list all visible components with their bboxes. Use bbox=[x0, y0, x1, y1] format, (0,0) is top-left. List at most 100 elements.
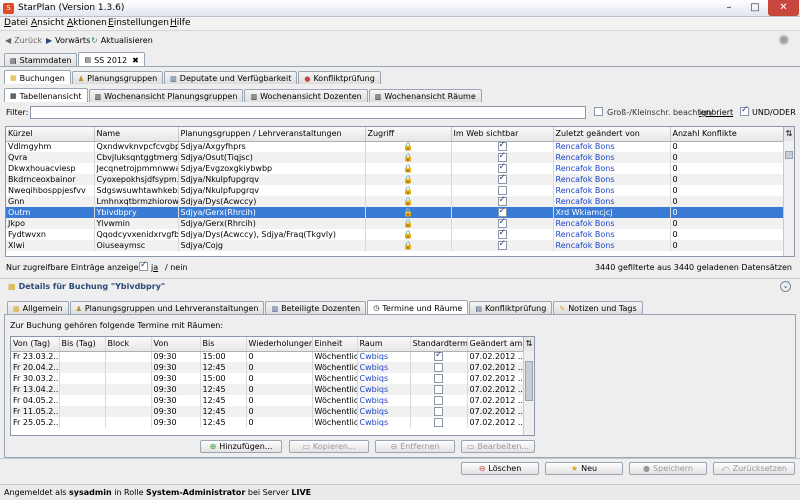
user-link[interactable]: Rencafok Bons bbox=[556, 164, 615, 173]
cell-user[interactable]: Rencafok Bons bbox=[553, 229, 671, 240]
cell-bis[interactable]: 12:45 bbox=[200, 417, 247, 428]
scrollbar-thumb[interactable] bbox=[785, 151, 793, 159]
room-link[interactable]: Cwbiqs bbox=[360, 352, 389, 361]
table-row[interactable]: Fr 25.05.2... 09:3012:450WöchentlichCwbiq… bbox=[11, 417, 525, 428]
cell-kuerzel[interactable]: Outm bbox=[6, 207, 95, 218]
cell-zugriff[interactable]: 🔒 bbox=[365, 229, 452, 240]
web-visible-checkbox[interactable] bbox=[497, 141, 507, 152]
cell-einheit[interactable]: Wöchentlich bbox=[312, 362, 358, 373]
cell-kuerzel[interactable]: Nweqihbosppjesfvv bbox=[6, 185, 95, 196]
user-link[interactable]: Rencafok Bons bbox=[556, 230, 615, 239]
cell-von-tag[interactable]: Fr 25.05.2... bbox=[11, 417, 60, 428]
cell-gruppen[interactable]: Sdjya/Dys(Acwccy) bbox=[178, 196, 366, 207]
cell-zugriff[interactable]: 🔒 bbox=[365, 163, 452, 174]
table-row[interactable]: Fr 20.04.2... 09:3012:450WöchentlichCwbiq… bbox=[11, 362, 525, 373]
menu-aktionen[interactable]: Aktionen bbox=[67, 18, 107, 28]
cell-name[interactable]: Ylvwmin bbox=[94, 218, 179, 229]
column-header-geaendert[interactable]: Zuletzt geändert von bbox=[553, 127, 671, 142]
tab-detail-konfliktpruefung[interactable]: ▤ Konfliktprüfung bbox=[469, 301, 553, 314]
cell-block[interactable] bbox=[105, 406, 152, 417]
standard-termin-checkbox[interactable] bbox=[434, 418, 443, 427]
table-row[interactable]: Bkdrnceoxbainor Cyoxepokhsjdfsypm... Sdjya… bbox=[6, 174, 787, 185]
tab-wochenansicht-raeume[interactable]: ▥ Wochenansicht Räume bbox=[368, 89, 482, 102]
cell-wiederholungen[interactable]: 0 bbox=[246, 384, 313, 395]
minimize-button[interactable]: – bbox=[716, 0, 742, 16]
standard-termin-checkbox[interactable] bbox=[434, 396, 443, 405]
cell-geaendert-am[interactable]: 07.02.2012 ... bbox=[467, 395, 525, 406]
cell-von-tag[interactable]: Fr 04.05.2... bbox=[11, 395, 60, 406]
cell-von-tag[interactable]: Fr 30.03.2... bbox=[11, 373, 60, 384]
cell-zugriff[interactable]: 🔒 bbox=[365, 207, 452, 218]
cell-user[interactable]: Rencafok Bons bbox=[553, 174, 671, 185]
cell-konflikte[interactable]: 0 bbox=[670, 207, 787, 218]
column-header-bis-tag[interactable]: Bis (Tag) bbox=[59, 337, 106, 352]
cell-kuerzel[interactable]: Xlwi bbox=[6, 240, 95, 251]
tab-buchungen[interactable]: ▦ Buchungen bbox=[4, 70, 71, 84]
cell-bis[interactable]: 12:45 bbox=[200, 362, 247, 373]
cell-block[interactable] bbox=[105, 395, 152, 406]
cell-einheit[interactable]: Wöchentlich bbox=[312, 351, 358, 362]
cell-block[interactable] bbox=[105, 351, 152, 362]
back-button[interactable]: ◀ Zurück bbox=[5, 36, 42, 45]
column-header-web[interactable]: Im Web sichtbar bbox=[451, 127, 554, 142]
cell-bis[interactable]: 15:00 bbox=[200, 351, 247, 362]
user-link[interactable]: Rencafok Bons bbox=[556, 142, 615, 151]
cell-raum[interactable]: Cwbiqs bbox=[357, 406, 411, 417]
cell-geaendert-am[interactable]: 07.02.2012 ... bbox=[467, 362, 525, 373]
column-header-block[interactable]: Block bbox=[105, 337, 152, 352]
column-header-kuerzel[interactable]: Kürzel bbox=[6, 127, 95, 142]
cell-einheit[interactable]: Wöchentlich bbox=[312, 384, 358, 395]
and-or-checkbox[interactable] bbox=[740, 105, 749, 116]
cell-bis-tag[interactable] bbox=[59, 406, 106, 417]
cell-konflikte[interactable]: 0 bbox=[670, 240, 787, 251]
cell-standardtermin[interactable] bbox=[410, 417, 468, 428]
cell-user[interactable]: Rencafok Bons bbox=[553, 152, 671, 163]
column-header-gruppen[interactable]: Planungsgruppen / Lehrveranstaltungen bbox=[178, 127, 366, 142]
cell-gruppen[interactable]: Sdjya/Evgzoxgkiybwbp bbox=[178, 163, 366, 174]
web-visible-checkbox[interactable] bbox=[497, 207, 507, 217]
cell-bis-tag[interactable] bbox=[59, 373, 106, 384]
cell-raum[interactable]: Cwbiqs bbox=[357, 373, 411, 384]
standard-termin-checkbox[interactable] bbox=[434, 374, 443, 383]
cell-standardtermin[interactable] bbox=[410, 351, 468, 362]
reset-button[interactable]: ⤺ Zurücksetzen bbox=[713, 462, 795, 475]
column-chooser-icon[interactable]: ⇅ bbox=[783, 127, 794, 141]
menu-ansicht[interactable]: Ansicht bbox=[31, 18, 64, 28]
cell-block[interactable] bbox=[105, 362, 152, 373]
user-link[interactable]: Rencafok Bons bbox=[556, 219, 615, 228]
cell-geaendert-am[interactable]: 07.02.2012 ... bbox=[467, 406, 525, 417]
web-visible-checkbox[interactable] bbox=[497, 196, 507, 206]
only-accessible-ja[interactable]: ja bbox=[151, 263, 158, 272]
cell-kuerzel[interactable]: Gnn bbox=[6, 196, 95, 207]
cell-konflikte[interactable]: 0 bbox=[670, 163, 787, 174]
cell-web[interactable] bbox=[451, 141, 554, 152]
cell-name[interactable]: Cbvjluksqntggtmergp... bbox=[94, 152, 179, 163]
scrollbar-thumb[interactable] bbox=[525, 361, 533, 401]
cell-block[interactable] bbox=[105, 417, 152, 428]
table-row[interactable]: XlwiOiuseaymscSdjya/Cojg 🔒 Rencafok Bons 0 bbox=[6, 240, 787, 251]
save-button[interactable]: ● Speichern bbox=[629, 462, 707, 475]
cell-web[interactable] bbox=[451, 174, 554, 185]
cell-web[interactable] bbox=[451, 218, 554, 229]
cell-name[interactable]: Qxndwvknvpcfcvgbpg... bbox=[94, 141, 179, 152]
cell-einheit[interactable]: Wöchentlich bbox=[312, 406, 358, 417]
cell-zugriff[interactable]: 🔒 bbox=[365, 218, 452, 229]
cell-raum[interactable]: Cwbiqs bbox=[357, 351, 411, 362]
add-termin-button[interactable]: ⊕ Hinzufügen... bbox=[200, 440, 282, 453]
cell-user[interactable]: Rencafok Bons bbox=[553, 196, 671, 207]
cell-gruppen[interactable]: Sdjya/Gerx(Rhrcih) bbox=[178, 218, 366, 229]
room-link[interactable]: Cwbiqs bbox=[360, 396, 389, 405]
cell-name[interactable]: Ybivdbpry bbox=[94, 207, 179, 218]
cell-geaendert-am[interactable]: 07.02.2012 ... bbox=[467, 417, 525, 428]
cell-zugriff[interactable]: 🔒 bbox=[365, 152, 452, 163]
cell-von-tag[interactable]: Fr 20.04.2... bbox=[11, 362, 60, 373]
table-row[interactable]: GnnLmhnxqtbrmzhiorowrSdjya/Dys(Acwccy) 🔒 R… bbox=[6, 196, 787, 207]
table-row[interactable]: NweqihbosppjesfvvSdgswsuwhtawhkebs...Sdj… bbox=[6, 185, 787, 196]
web-visible-checkbox[interactable] bbox=[497, 152, 507, 162]
cell-geaendert-am[interactable]: 07.02.2012 ... bbox=[467, 384, 525, 395]
menu-datei[interactable]: Datei bbox=[4, 18, 28, 28]
standard-termin-checkbox[interactable] bbox=[434, 407, 443, 416]
cell-einheit[interactable]: Wöchentlich bbox=[312, 373, 358, 384]
cell-gruppen[interactable]: Sdjya/Nkulpfupgrqv bbox=[178, 174, 366, 185]
tab-planungsgruppen-lv[interactable]: ♟ Planungsgruppen und Lehrveranstaltungen bbox=[69, 301, 265, 314]
